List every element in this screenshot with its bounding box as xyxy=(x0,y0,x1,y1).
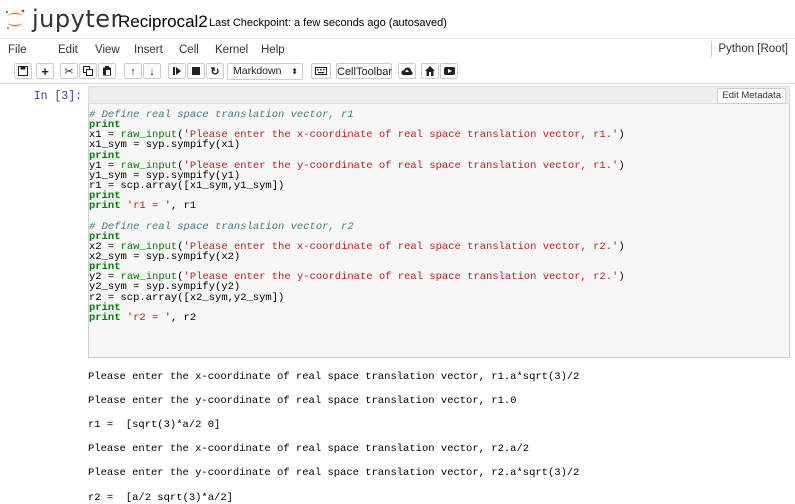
code-token: # Define real space translation vector, … xyxy=(89,220,354,233)
code-line: x1_sym = syp.sympify(x1) xyxy=(89,140,625,151)
save-icon xyxy=(18,66,28,76)
home-button[interactable] xyxy=(421,63,439,79)
output-line: Please enter the y-coordinate of real sp… xyxy=(88,467,580,479)
code-line: # Define real space translation vector, … xyxy=(89,220,625,233)
notebook-container: In [3]: Edit Metadata # Define real spac… xyxy=(0,84,795,504)
code-editor[interactable]: # Define real space translation vector, … xyxy=(88,104,790,358)
toolbar: + ✂ ↑ ↓ ↻ Markdown ⬍ CellToolbar xyxy=(0,61,795,84)
output-line: Please enter the x-coordinate of real sp… xyxy=(88,371,580,383)
code-line: r1 = scp.array([x1_sym,y1_sym]) xyxy=(89,181,625,192)
video-button[interactable] xyxy=(440,63,458,79)
code-line: print 'r1 = ', r1 xyxy=(89,200,625,213)
menu-view[interactable]: View xyxy=(95,43,120,57)
celltoolbar-button[interactable]: CellToolbar xyxy=(336,63,392,79)
command-palette-button[interactable] xyxy=(311,63,331,79)
menu-help[interactable]: Help xyxy=(261,43,285,57)
cell-type-select[interactable]: Markdown ⬍ xyxy=(227,63,303,80)
step-forward-icon xyxy=(173,67,181,75)
output-line: r2 = [a/2 sqrt(3)*a/2] xyxy=(88,492,233,504)
code-token: , r2 xyxy=(170,311,197,324)
chevron-updown-icon: ⬍ xyxy=(291,67,298,76)
cut-button[interactable]: ✂ xyxy=(60,63,78,79)
notebook-name[interactable]: Reciprocal2 xyxy=(118,12,208,32)
code-line: r2 = scp.array([x2_sym,y2_sym]) xyxy=(89,292,625,303)
menu-edit[interactable]: Edit xyxy=(58,43,78,57)
code-token: ) xyxy=(618,129,625,142)
arrow-up-icon: ↑ xyxy=(130,66,136,78)
code-token: 'r1 = ' xyxy=(126,200,171,213)
checkpoint-status: Last Checkpoint: a few seconds ago (auto… xyxy=(209,17,447,29)
move-up-button[interactable]: ↑ xyxy=(124,63,142,79)
menu-cell[interactable]: Cell xyxy=(179,43,199,57)
code-token: ) xyxy=(618,271,625,284)
move-down-button[interactable]: ↓ xyxy=(143,63,161,79)
restart-icon: ↻ xyxy=(210,66,220,78)
paste-icon xyxy=(103,66,111,76)
kernel-indicator[interactable]: Python [Root] xyxy=(711,41,792,57)
menu-file[interactable]: File xyxy=(8,43,27,57)
notebook-header: jupyter Reciprocal2 Last Checkpoint: a f… xyxy=(0,0,795,38)
menu-kernel[interactable]: Kernel xyxy=(215,43,248,57)
cell-metadata-bar: Edit Metadata xyxy=(88,86,790,104)
code-line: # Define real space translation vector, … xyxy=(89,109,625,121)
code-line: print 'r2 = ', r2 xyxy=(89,311,625,324)
menubar: File Edit View Insert Cell Kernel Help P… xyxy=(0,38,795,62)
paste-button[interactable] xyxy=(98,63,116,79)
code-token: 'Please enter the x-coordinate of real s… xyxy=(183,129,619,142)
jupyter-logo-text[interactable]: jupyter xyxy=(32,6,121,32)
code-token: 'Please enter the y-coordinate of real s… xyxy=(183,159,619,172)
edit-metadata-button[interactable]: Edit Metadata xyxy=(717,88,786,104)
code-token: 'Please enter the y-coordinate of real s… xyxy=(183,271,619,284)
home-icon xyxy=(425,66,435,76)
output-line: Please enter the y-coordinate of real sp… xyxy=(88,395,517,407)
interrupt-button[interactable] xyxy=(187,63,205,79)
cell-type-value: Markdown xyxy=(233,65,282,77)
plus-icon: + xyxy=(41,64,49,79)
input-prompt: In [3]: xyxy=(33,90,82,103)
code-token: ) xyxy=(618,159,625,172)
jupyter-logo-icon[interactable] xyxy=(4,8,26,30)
scissors-icon: ✂ xyxy=(64,66,74,78)
code-token: print xyxy=(89,311,121,324)
output-line: Please enter the x-coordinate of real sp… xyxy=(88,443,530,455)
run-cell-button[interactable] xyxy=(168,63,186,79)
copy-icon xyxy=(83,66,93,76)
code-text[interactable]: # Define real space translation vector, … xyxy=(89,110,625,323)
restart-button[interactable]: ↻ xyxy=(206,63,224,79)
output-line: r1 = [sqrt(3)*a/2 0] xyxy=(88,419,221,431)
code-token: 'Please enter the x-coordinate of real s… xyxy=(183,240,619,253)
code-token: , r1 xyxy=(170,200,197,213)
menu-insert[interactable]: Insert xyxy=(134,43,163,57)
code-token: print xyxy=(89,200,121,213)
arrow-down-icon: ↓ xyxy=(149,66,155,78)
code-token: ) xyxy=(618,240,625,253)
code-token: 'r2 = ' xyxy=(126,311,171,324)
keyboard-icon xyxy=(315,67,327,75)
upload-button[interactable] xyxy=(398,63,416,79)
code-line: x2_sym = syp.sympify(x2) xyxy=(89,252,625,263)
insert-cell-button[interactable]: + xyxy=(36,63,54,79)
upload-icon xyxy=(401,67,413,75)
code-token: # Define real space translation vector, … xyxy=(89,109,354,121)
stop-icon xyxy=(192,67,200,75)
copy-button[interactable] xyxy=(79,63,97,79)
youtube-icon xyxy=(443,67,455,75)
save-button[interactable] xyxy=(14,63,32,79)
